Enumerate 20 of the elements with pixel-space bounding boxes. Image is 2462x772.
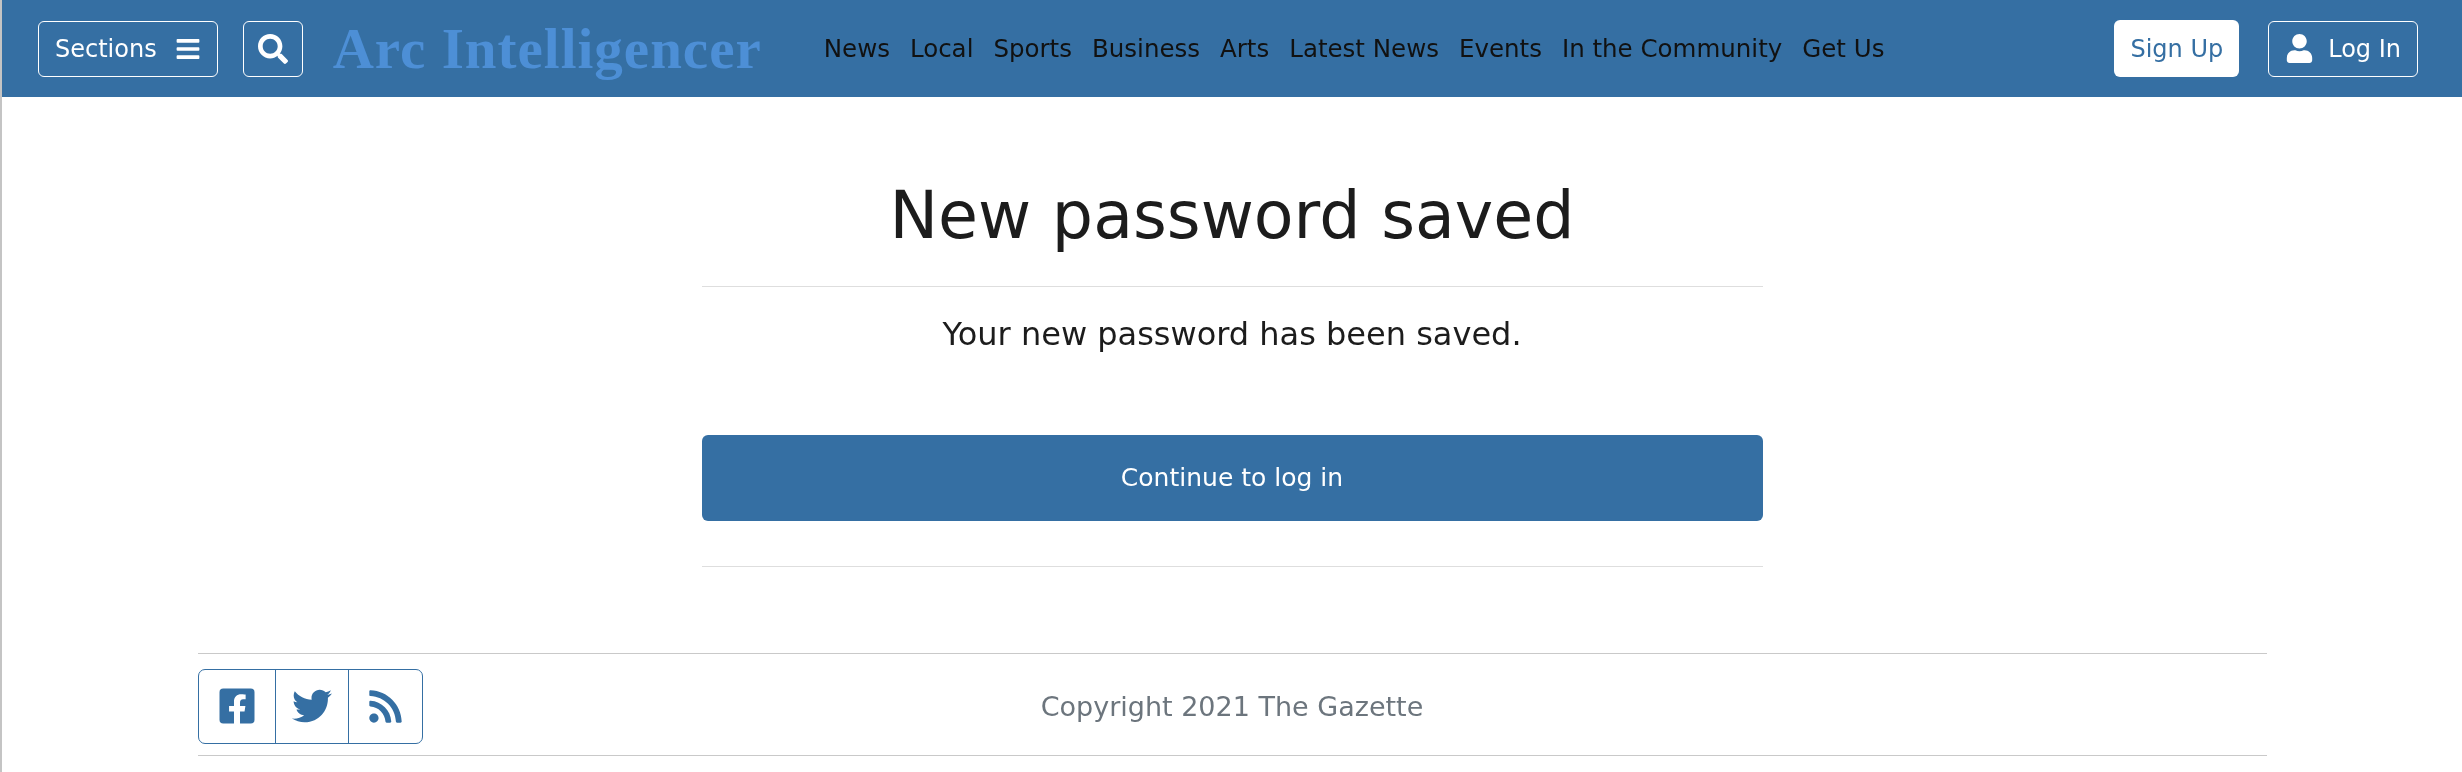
nav-link[interactable]: News	[823, 34, 890, 63]
nav-link[interactable]: In the Community	[1561, 34, 1783, 63]
rss-icon	[366, 687, 404, 725]
nav-link[interactable]: Latest News	[1289, 34, 1439, 63]
sign-up-button[interactable]: Sign Up	[2114, 20, 2240, 77]
user-icon	[2285, 34, 2315, 63]
search-button[interactable]	[242, 20, 303, 77]
confirmation-message: Your new password has been saved.	[942, 314, 1522, 355]
sections-button[interactable]: Sections	[38, 20, 218, 77]
nav-link[interactable]: Get Us	[1802, 34, 1885, 63]
copyright-text: Copyright 2021 The Gazette	[1040, 690, 1424, 722]
nav-link[interactable]: Local	[909, 34, 974, 63]
nav-link[interactable]: Events	[1458, 34, 1542, 63]
page-title: New password saved	[889, 177, 1575, 255]
nav-link[interactable]: Arts	[1220, 34, 1270, 63]
continue-button[interactable]: Continue to log in	[701, 434, 1763, 521]
log-in-button[interactable]: Log In	[2268, 20, 2418, 77]
nav-link[interactable]: Business	[1092, 34, 1201, 63]
nav-link[interactable]: Sports	[993, 34, 1072, 63]
search-icon	[257, 33, 288, 64]
